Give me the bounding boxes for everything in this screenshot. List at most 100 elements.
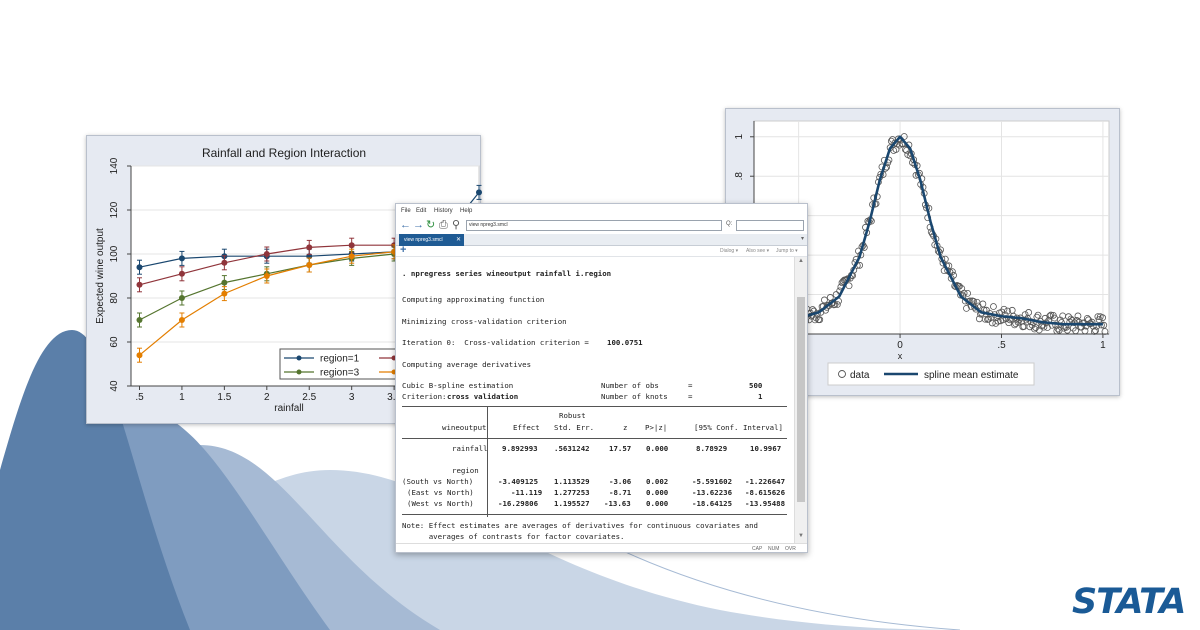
scroll-down-icon[interactable]: ▼ (798, 533, 804, 539)
y-tick-label: 140 (109, 157, 120, 174)
criterion-value: cross validation (447, 392, 519, 401)
stata-logo: STATA (1072, 582, 1186, 622)
legend-label: region=1 (320, 354, 360, 365)
note-line: Note: Effect estimates are averages of d… (402, 521, 758, 530)
x-tick-label: 0 (897, 340, 903, 351)
data-point (136, 281, 143, 288)
ci-header: [95% Conf. Interval] (694, 423, 783, 432)
legend: data spline mean estimate (827, 362, 1035, 386)
data-point (136, 264, 143, 271)
x-tick-label: 1.5 (217, 392, 231, 403)
data-point (306, 244, 313, 251)
data-point (136, 352, 143, 359)
estimation-line: Cubic B-spline estimation (402, 381, 514, 390)
data-point (348, 242, 355, 249)
data-point (178, 270, 185, 277)
vertical-scrollbar[interactable]: ▲ ▼ (794, 257, 807, 543)
note-line: averages of contrasts for factor covaria… (402, 532, 625, 541)
x-tick-label: 1 (1100, 340, 1106, 351)
close-icon[interactable]: ✕ (456, 234, 461, 246)
data-point (136, 317, 143, 323)
table-row-group-label: region (452, 466, 479, 475)
data-point (306, 262, 313, 268)
back-arrow-icon[interactable]: ← (400, 219, 411, 231)
forward-arrow-icon[interactable]: → (413, 219, 424, 231)
data-point (178, 295, 185, 301)
menu-edit[interactable]: Edit (416, 208, 426, 214)
legend-marker (296, 369, 302, 375)
y-tick-label: 40 (109, 380, 120, 392)
toolbar: ← → ↻ ⎙ ⚲ view npreg3.smcl Q: (396, 218, 807, 234)
equals-sign: = (688, 392, 693, 401)
message-line: Computing average derivatives (402, 360, 532, 369)
data-point (348, 253, 355, 260)
legend-marker (296, 355, 302, 361)
x-tick-label: 2 (264, 392, 270, 403)
menu-bar: File Edit History Help (396, 204, 807, 218)
table-header-rule (402, 438, 787, 439)
data-point (263, 251, 270, 257)
table-column-divider (487, 407, 488, 517)
legend-label: data (850, 370, 870, 381)
tab-list-dropdown-icon[interactable]: ▾ (801, 234, 804, 245)
print-icon[interactable]: ⎙ (439, 219, 448, 231)
x-tick-label: 3 (349, 392, 355, 403)
also-see-menu[interactable]: Also see ▾ (746, 248, 769, 254)
effect-header: Effect (513, 423, 540, 432)
new-tab-plus-icon[interactable]: + (400, 244, 406, 256)
stderr-header: Std. Err. (554, 423, 595, 432)
nknots-value: 1 (758, 392, 763, 401)
equals-sign: = (688, 381, 693, 390)
x-tick-label: .5 (135, 392, 144, 403)
menu-history[interactable]: History (434, 208, 453, 214)
tab-label: view npreg3.smcl (404, 237, 443, 243)
jump-to-menu[interactable]: Jump to ▾ (776, 248, 798, 254)
stage: 406080100120140.511.522.533.544Rainfall … (0, 0, 1200, 630)
scrollbar-thumb[interactable] (797, 297, 805, 502)
menu-file[interactable]: File (401, 208, 411, 214)
data-point (476, 189, 482, 196)
data-point (221, 279, 228, 286)
table-bottom-rule (402, 514, 787, 515)
viewer-content: . npregress series wineoutput rainfall i… (402, 269, 787, 541)
find-icon[interactable]: ⚲ (452, 219, 460, 231)
data-point (221, 259, 228, 266)
status-num: NUM (768, 546, 780, 552)
x-axis-label: x (898, 351, 903, 361)
criterion-label: Criterion: (402, 392, 451, 401)
menu-help[interactable]: Help (460, 208, 472, 214)
y-tick-label: 120 (109, 201, 120, 218)
dialog-menu[interactable]: Dialog ▾ (720, 248, 738, 254)
status-cap: CAP (752, 546, 763, 552)
iteration-value: 100.0751 (607, 338, 643, 347)
viewer-command-input[interactable]: view npreg3.smcl (466, 220, 722, 231)
x-tick-label: .5 (997, 340, 1006, 351)
table-top-rule (402, 406, 787, 407)
dialog-row: + Dialog ▾ Also see ▾ Jump to ▾ (396, 244, 807, 257)
nobs-label: Number of obs (601, 381, 659, 390)
y-tick-label: 60 (109, 336, 120, 348)
y-tick-label: 100 (109, 245, 120, 262)
tab-npreg3[interactable]: view npreg3.smcl ✕ (399, 234, 464, 246)
search-input[interactable] (736, 220, 804, 231)
data-point (221, 290, 228, 297)
robust-header: Robust (559, 411, 586, 420)
search-label: Q: (726, 221, 733, 227)
iteration-label: Iteration 0: Cross-validation criterion … (402, 338, 594, 347)
x-tick-label: 2.5 (302, 392, 316, 403)
refresh-icon[interactable]: ↻ (426, 219, 435, 231)
x-axis-label: rainfall (274, 403, 303, 414)
z-header: z (623, 423, 628, 432)
data-point (178, 317, 185, 323)
y-tick-label: 1 (734, 134, 745, 140)
nobs-value: 500 (749, 381, 763, 390)
y-axis-label: Expected wine output (95, 228, 106, 324)
viewer-window[interactable]: File Edit History Help ← → ↻ ⎙ ⚲ view np… (395, 203, 808, 553)
legend-label: spline mean estimate (924, 370, 1019, 381)
data-point (263, 273, 270, 279)
scroll-up-icon[interactable]: ▲ (798, 258, 804, 264)
y-tick-label: 80 (109, 292, 120, 304)
message-line: Minimizing cross-validation criterion (402, 317, 567, 326)
depvar-header: wineoutput (442, 423, 487, 432)
command-line: . npregress series wineoutput rainfall i… (402, 269, 612, 278)
